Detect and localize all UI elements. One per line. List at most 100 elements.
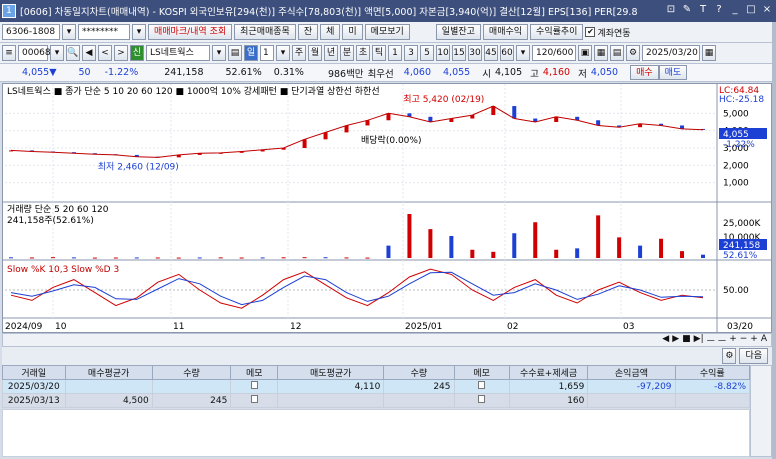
volume-bar [407, 214, 412, 258]
x-tick-label: 2025/01 [405, 322, 442, 332]
stock-name-dropdown-icon[interactable]: ▾ [212, 45, 226, 61]
account-number-field[interactable]: 6306-1808 [2, 24, 60, 40]
interval-3[interactable]: 3 [404, 45, 418, 61]
gear-icon[interactable]: ⚙ [626, 45, 640, 61]
turnover-rate: 0.31% [273, 67, 304, 78]
cell-pnl [587, 393, 676, 408]
lock-icon[interactable]: ▣ [578, 45, 592, 61]
tab-tick[interactable]: 틱 [372, 45, 386, 61]
zoom-out-icon[interactable]: − [740, 334, 748, 347]
memo-icon[interactable] [230, 379, 279, 394]
interval-10[interactable]: 10 [436, 45, 450, 61]
interval-60[interactable]: 60 [500, 45, 514, 61]
volume-bar [29, 257, 34, 259]
return-trend-button[interactable]: 수익률추이 [530, 24, 584, 40]
account-dropdown-icon[interactable]: ▾ [62, 24, 76, 40]
trade-mark-query-button[interactable]: 매매마크/내역 조회 [148, 24, 233, 40]
password-menu-icon[interactable]: ▾ [132, 24, 146, 40]
memo-view-button[interactable]: 메모보기 [364, 24, 410, 40]
interval-dropdown-icon[interactable]: ▾ [516, 45, 530, 61]
trade-profit-button[interactable]: 매매수익 [482, 24, 529, 40]
table-row[interactable]: 2025/03/13 4,500 245 160 [2, 393, 751, 408]
line-tool-2-icon[interactable]: ㅡ [718, 334, 726, 347]
tab-day[interactable]: 일 [244, 45, 258, 61]
menu-icon[interactable]: ≡ [2, 45, 16, 61]
cell-sell-avg: 4,110 [277, 379, 385, 394]
memo-icon[interactable] [230, 393, 279, 408]
volume-bar [323, 257, 328, 259]
memo-icon[interactable] [453, 393, 510, 408]
text-size-icon[interactable]: A [761, 334, 767, 347]
line-tool-icon[interactable]: ㅡ [707, 334, 715, 347]
col-sell-memo: 메모 [453, 365, 510, 380]
speaker-icon[interactable]: ◀ [82, 45, 96, 61]
interval-45[interactable]: 45 [484, 45, 498, 61]
close-icon[interactable]: × [760, 3, 774, 18]
interval-1[interactable]: 1 [388, 45, 402, 61]
range-field[interactable]: 120/600 [532, 45, 576, 61]
volume-value: 241,158 [164, 67, 204, 78]
interval-5[interactable]: 5 [420, 45, 434, 61]
end-icon[interactable]: ▶| [694, 334, 704, 347]
tab-second[interactable]: 초 [356, 45, 370, 61]
maximize-icon[interactable]: □ [744, 3, 758, 18]
volume-bar [575, 248, 580, 258]
period-count-dropdown-icon[interactable]: ▾ [276, 45, 290, 61]
buy-button[interactable]: 매수 [630, 65, 659, 80]
grid-icon[interactable]: ▦ [594, 45, 608, 61]
prev-stock-icon[interactable]: < [98, 45, 112, 61]
volume-bar [533, 222, 538, 258]
chart-scroll-bar[interactable]: ◀ ▶ ■ ▶| ㅡ ㅡ + − + A [2, 333, 772, 347]
volume-bar [617, 237, 622, 258]
calendar-icon[interactable]: ▦ [702, 45, 716, 61]
minimize-icon[interactable]: _ [728, 3, 742, 18]
help-icon[interactable]: ? [712, 3, 726, 18]
balance-button[interactable]: 잔 [297, 24, 319, 40]
best-bid: 4,055 [443, 67, 471, 78]
edit-icon[interactable]: ✎ [680, 3, 694, 18]
interval-30[interactable]: 30 [468, 45, 482, 61]
table-scrollbar[interactable] [750, 365, 772, 457]
recent-trades-button[interactable]: 최근매매종목 [234, 24, 296, 40]
interval-15[interactable]: 15 [452, 45, 466, 61]
next-stock-icon[interactable]: > [114, 45, 128, 61]
account-link-checkbox[interactable]: ✔ 계좌연동 [585, 26, 631, 39]
code-dropdown-icon[interactable]: ▾ [50, 45, 64, 61]
stock-chart[interactable]: 5,0004,0003,0002,0001,0002024/0910111220… [3, 84, 771, 332]
scroll-right-icon[interactable]: ▶ [672, 334, 679, 347]
daily-balance-button[interactable]: 일별잔고 [435, 24, 481, 40]
col-pnl: 손익금액 [587, 365, 676, 380]
text-icon[interactable]: T [696, 3, 710, 18]
tab-week[interactable]: 주 [292, 45, 306, 61]
stop-icon[interactable]: ■ [682, 334, 691, 347]
date-field[interactable]: 2025/03/20 [642, 45, 700, 61]
sell-button[interactable]: 매도 [658, 65, 688, 80]
chart-area[interactable]: 5,0004,0003,0002,0001,0002024/0910111220… [2, 83, 772, 333]
tab-minute[interactable]: 분 [340, 45, 354, 61]
credit-badge-icon: 신 [130, 45, 144, 61]
add-icon[interactable]: + [750, 334, 758, 347]
col-sell-qty: 수량 [383, 365, 455, 380]
x-tick-label: 02 [507, 322, 518, 332]
scroll-left-icon[interactable]: ◀ [662, 334, 669, 347]
x-tick-label: 03/20 [727, 322, 753, 332]
tab-month[interactable]: 월 [308, 45, 322, 61]
table-row[interactable]: 2025/03/20 4,110 245 1,659 -97,209 -8.82… [2, 379, 751, 394]
list-icon[interactable]: ▤ [228, 45, 242, 61]
y-tick-label: 2,000 [723, 161, 749, 171]
tab-year[interactable]: 년 [324, 45, 338, 61]
password-field[interactable]: ******** [78, 24, 130, 40]
unexecuted-button[interactable]: 미 [342, 24, 363, 40]
next-button[interactable]: 다음 [739, 348, 768, 364]
memo-icon[interactable] [453, 379, 510, 394]
period-count-field[interactable]: 1 [260, 45, 274, 61]
screen-capture-icon[interactable]: ⊡ [664, 3, 678, 18]
zoom-in-icon[interactable]: + [729, 334, 737, 347]
executed-button[interactable]: 체 [320, 24, 341, 40]
search-icon[interactable]: 🔍 [66, 45, 80, 61]
stock-code-field[interactable]: 000680 [18, 45, 56, 61]
save-icon[interactable]: ▤ [610, 45, 624, 61]
grid-settings-icon[interactable]: ⚙ [722, 348, 737, 364]
stock-name-field[interactable]: LS네트웍스 [146, 45, 210, 61]
checkbox-check-icon[interactable]: ✔ [585, 27, 596, 37]
